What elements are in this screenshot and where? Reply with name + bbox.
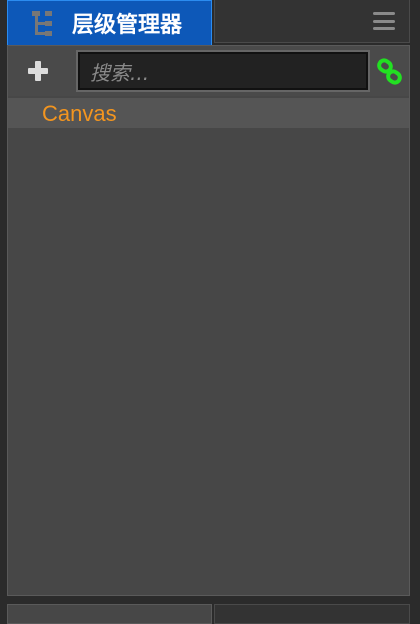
tab-bar-empty: [214, 0, 410, 43]
tab-hierarchy[interactable]: 层级管理器: [7, 0, 212, 45]
link-icon[interactable]: [376, 58, 404, 86]
tree-item-label: Canvas: [42, 101, 117, 126]
hierarchy-icon: [32, 11, 52, 36]
search-input[interactable]: 搜索...: [76, 50, 370, 92]
toolbar: 搜索...: [8, 46, 409, 96]
tree-item-canvas[interactable]: Canvas: [8, 98, 409, 128]
menu-icon[interactable]: [373, 12, 395, 30]
plus-icon[interactable]: [26, 59, 50, 83]
bottom-tab[interactable]: [7, 604, 212, 624]
search-placeholder: 搜索...: [90, 60, 150, 85]
hierarchy-panel: 搜索... Canvas: [7, 45, 410, 596]
tab-title: 层级管理器: [72, 13, 183, 38]
bottom-tab-bar-empty: [214, 604, 410, 624]
